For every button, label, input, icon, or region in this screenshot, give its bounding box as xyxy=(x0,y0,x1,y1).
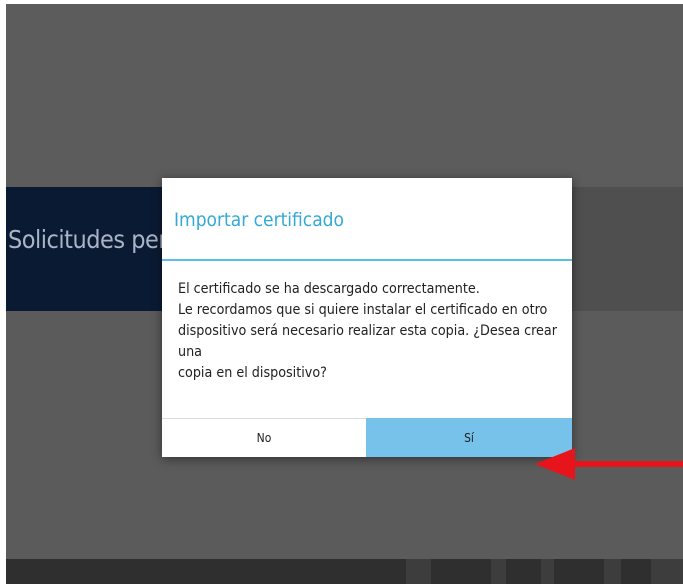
app-bottom-strip xyxy=(6,559,683,584)
bottom-strip-block xyxy=(506,559,541,584)
dialog-title: Importar certificado xyxy=(174,209,344,231)
dialog-message-line: El certificado se ha descargado correcta… xyxy=(178,281,480,297)
arrow-head xyxy=(535,448,575,480)
dialog-title-divider xyxy=(162,259,572,261)
bottom-strip-block xyxy=(431,559,491,584)
page-title: Solicitudes pen xyxy=(8,225,173,254)
dialog-message-line: dispositivo será necesario realizar esta… xyxy=(178,323,557,360)
bottom-strip-block xyxy=(621,559,651,584)
dialog-message: El certificado se ha descargado correcta… xyxy=(178,279,563,384)
bottom-strip-block xyxy=(554,559,604,584)
no-button[interactable]: No xyxy=(162,418,366,457)
red-arrow-left-icon xyxy=(535,448,683,480)
arrow-shaft xyxy=(565,461,683,467)
dialog-message-line: Le recordamos que si quiere instalar el … xyxy=(178,302,548,318)
bottom-strip-block xyxy=(6,559,406,584)
import-certificate-dialog: Importar certificado El certificado se h… xyxy=(162,178,572,457)
dialog-message-line: copia en el dispositivo? xyxy=(178,365,327,381)
